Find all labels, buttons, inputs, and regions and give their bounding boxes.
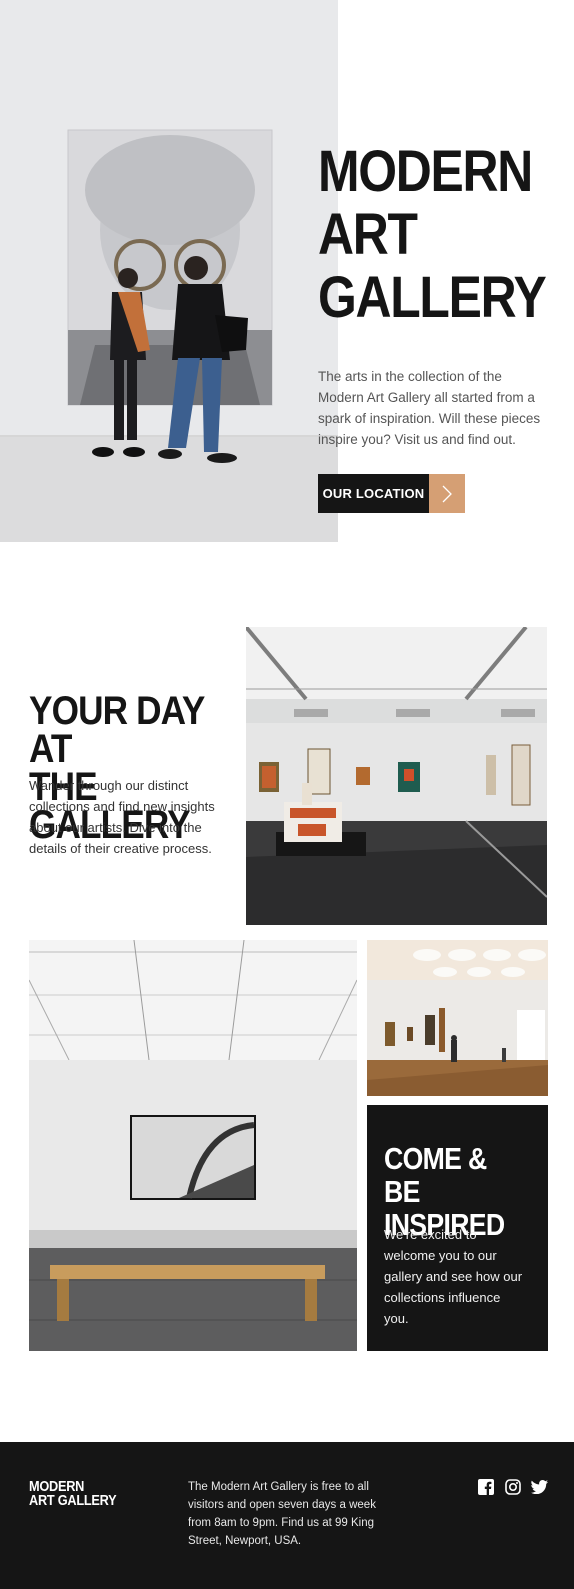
our-location-button[interactable]: OUR LOCATION bbox=[318, 474, 465, 513]
bench-room-image bbox=[29, 940, 357, 1351]
hero-description: The arts in the collection of the Modern… bbox=[318, 369, 541, 447]
footer: MODERN ART GALLERY The Modern Art Galler… bbox=[0, 1442, 574, 1589]
hero-image bbox=[0, 0, 338, 542]
come-be-inspired-card: COME & BE INSPIRED We're excited to welc… bbox=[367, 1105, 548, 1351]
instagram-icon[interactable] bbox=[504, 1478, 521, 1495]
hero-illustration bbox=[0, 0, 338, 542]
hero-title-line-1: MODERN bbox=[318, 139, 533, 204]
day-title-line-1: YOUR DAY AT bbox=[29, 689, 205, 771]
chevron-right-icon bbox=[429, 474, 465, 513]
facebook-icon[interactable] bbox=[477, 1478, 494, 1495]
gallery-room-image bbox=[246, 627, 547, 925]
footer-description: The Modern Art Gallery is free to all vi… bbox=[188, 1481, 376, 1547]
day-at-gallery-description: Wander through our distinct collections … bbox=[29, 778, 215, 856]
footer-logo[interactable]: MODERN ART GALLERY bbox=[29, 1479, 117, 1509]
footer-logo-line-2: ART GALLERY bbox=[29, 1493, 117, 1509]
inspired-title-line-1: COME & BE bbox=[384, 1141, 487, 1209]
our-location-label: OUR LOCATION bbox=[318, 474, 429, 513]
hero-title-line-2: ART bbox=[318, 202, 418, 267]
footer-logo-line-1: MODERN bbox=[29, 1479, 85, 1495]
hero-title: MODERN ART GALLERY bbox=[318, 139, 547, 330]
twitter-icon[interactable] bbox=[531, 1478, 548, 1495]
hero-title-line-3: GALLERY bbox=[318, 265, 547, 330]
social-links bbox=[477, 1478, 548, 1495]
come-be-inspired-description: We're excited to welcome you to our gall… bbox=[384, 1227, 523, 1326]
museum-hall-image bbox=[367, 940, 548, 1096]
